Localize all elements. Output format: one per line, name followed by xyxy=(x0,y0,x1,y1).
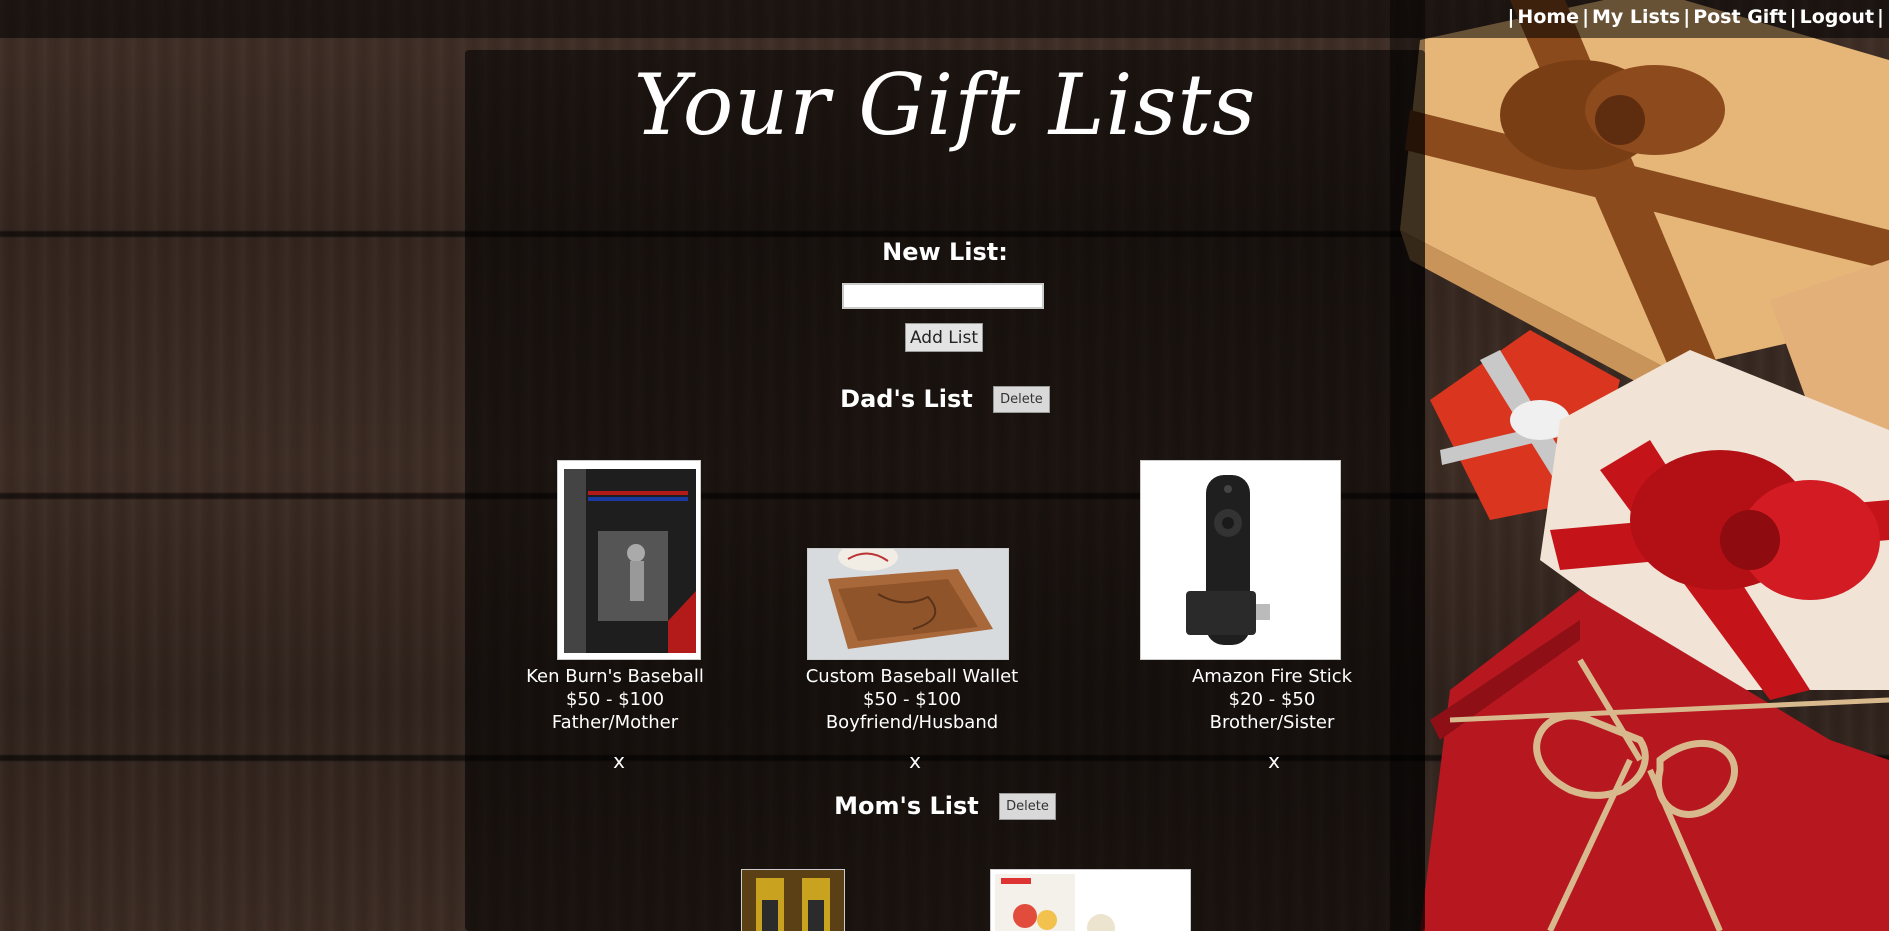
gift-item-details: Custom Baseball Wallet $50 - $100 Boyfri… xyxy=(792,665,1032,734)
snack-photo xyxy=(991,870,1190,931)
list-header-dads: Dad's List Delete xyxy=(465,384,1425,413)
remove-gift-button[interactable]: x xyxy=(795,750,1035,773)
wallet-image[interactable] xyxy=(807,548,1009,660)
gift-recipient: Brother/Sister xyxy=(1209,712,1335,733)
gift-lists-panel: Your Gift Lists New List: Add List Dad's… xyxy=(465,50,1425,931)
fire-stick-photo xyxy=(1141,461,1340,659)
list-title: Mom's List xyxy=(834,792,979,820)
page-title: Your Gift Lists xyxy=(633,56,1257,154)
wine-photo xyxy=(742,870,844,931)
wine-bottles-image[interactable] xyxy=(741,869,845,931)
gift-item-details: Ken Burn's Baseball $50 - $100 Father/Mo… xyxy=(495,665,735,734)
gift-name: Ken Burn's Baseball xyxy=(526,666,704,687)
nav-home-link[interactable]: Home xyxy=(1517,6,1579,28)
wallet-photo xyxy=(808,549,1008,659)
baseball-dvd-image[interactable] xyxy=(557,460,701,660)
nav-separator: | xyxy=(1683,6,1691,28)
remove-gift-button[interactable]: x xyxy=(499,750,739,773)
nav-separator: | xyxy=(1507,6,1515,28)
gift-item-details: Amazon Fire Stick $20 - $50 Brother/Sist… xyxy=(1152,665,1392,734)
dvd-cover-art xyxy=(558,461,700,659)
gift-recipient: Father/Mother xyxy=(551,712,679,733)
snack-box-image[interactable] xyxy=(990,869,1191,931)
new-list-input[interactable] xyxy=(842,283,1044,309)
nav-separator: | xyxy=(1789,6,1797,28)
list-title: Dad's List xyxy=(840,385,973,413)
new-list-label: New List: xyxy=(882,238,1008,266)
remove-gift-button[interactable]: x xyxy=(1154,750,1394,773)
gift-price: $50 - $100 xyxy=(862,689,962,710)
delete-list-button[interactable]: Delete xyxy=(999,792,1056,820)
gift-item: Amazon Fire Stick $20 - $50 Brother/Sist… xyxy=(1088,460,1352,840)
gift-item: Custom Baseball Wallet $50 - $100 Boyfri… xyxy=(792,460,1032,840)
nav-post-gift-link[interactable]: Post Gift xyxy=(1693,6,1786,28)
fire-stick-image[interactable] xyxy=(1140,460,1341,660)
nav-separator: | xyxy=(1877,6,1884,28)
nav-my-lists-link[interactable]: My Lists xyxy=(1592,6,1680,28)
nav-logout-link[interactable]: Logout xyxy=(1800,6,1874,28)
gift-price: $50 - $100 xyxy=(565,689,665,710)
list-header-moms: Mom's List Delete xyxy=(465,791,1425,820)
gift-boxes-decoration xyxy=(1390,0,1889,931)
delete-list-button[interactable]: Delete xyxy=(993,385,1050,413)
gift-name: Amazon Fire Stick xyxy=(1191,666,1353,687)
top-nav: | Home | My Lists | Post Gift | Logout | xyxy=(1504,6,1887,28)
gift-price: $20 - $50 xyxy=(1228,689,1316,710)
gift-item: Ken Burn's Baseball $50 - $100 Father/Mo… xyxy=(495,460,735,840)
gift-recipient: Boyfriend/Husband xyxy=(825,712,999,733)
gift-name: Custom Baseball Wallet xyxy=(805,666,1019,687)
add-list-button[interactable]: Add List xyxy=(905,323,983,352)
nav-separator: | xyxy=(1582,6,1590,28)
